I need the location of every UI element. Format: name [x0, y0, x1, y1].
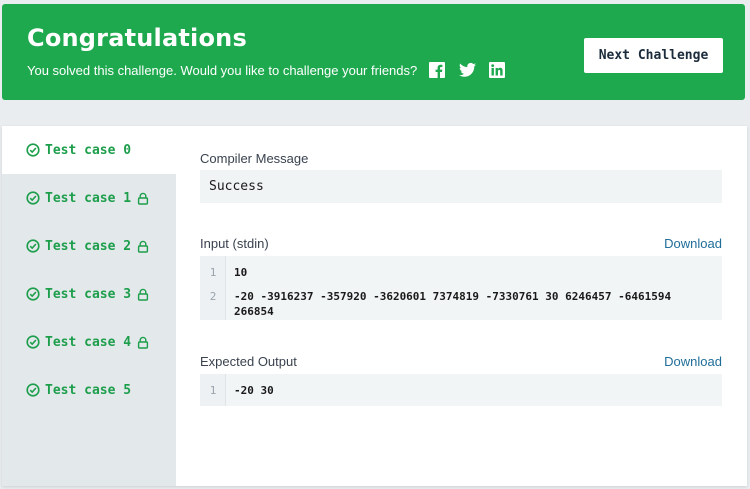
line-number: 1: [209, 266, 217, 279]
banner-title: Congratulations: [27, 24, 247, 52]
test-case-tabs: Test case 0 Test case 1 Test case 2 Test…: [2, 126, 176, 486]
compiler-message-label: Compiler Message: [200, 151, 309, 166]
tab-test-case-4[interactable]: Test case 4: [2, 318, 176, 366]
line-number: 1: [209, 384, 217, 397]
tab-label: Test case 5: [45, 382, 132, 398]
check-circle-icon: [26, 335, 40, 349]
input-download-link[interactable]: Download: [664, 236, 722, 251]
input-line: 10: [234, 266, 248, 279]
check-circle-icon: [26, 191, 40, 205]
next-challenge-button[interactable]: Next Challenge: [584, 38, 723, 73]
tab-label: Test case 2: [45, 238, 132, 254]
tab-label: Test case 4: [45, 334, 132, 350]
expected-download-link[interactable]: Download: [664, 354, 722, 369]
success-banner: Congratulations You solved this challeng…: [2, 4, 745, 100]
check-circle-icon: [26, 239, 40, 253]
tab-test-case-5[interactable]: Test case 5: [2, 366, 176, 414]
facebook-icon[interactable]: [429, 62, 446, 78]
input-code-box: 1 10 2 -20 -3916237 -357920 -3620601 737…: [200, 256, 722, 320]
banner-subtitle: You solved this challenge. Would you lik…: [27, 62, 418, 78]
tab-label: Test case 1: [45, 190, 132, 206]
compiler-message-box: Success: [200, 170, 722, 203]
results-card: Test case 0 Test case 1 Test case 2 Test…: [2, 126, 747, 486]
lock-icon: [137, 192, 149, 205]
check-circle-icon: [26, 143, 40, 157]
expected-output-label: Expected Output: [200, 354, 297, 369]
expected-code-box: 1 -20 30: [200, 374, 722, 406]
line-number: 2: [209, 290, 217, 303]
lock-icon: [137, 240, 149, 253]
tab-test-case-3[interactable]: Test case 3: [2, 270, 176, 318]
twitter-icon[interactable]: [459, 62, 477, 78]
tab-label: Test case 3: [45, 286, 132, 302]
tab-label: Test case 0: [45, 142, 132, 158]
check-circle-icon: [26, 287, 40, 301]
input-label: Input (stdin): [200, 236, 269, 251]
banner-subtitle-row: You solved this challenge. Would you lik…: [27, 62, 519, 78]
tab-test-case-0[interactable]: Test case 0: [2, 126, 176, 174]
tab-test-case-1[interactable]: Test case 1: [2, 174, 176, 222]
test-case-content: Compiler Message Success Input (stdin) D…: [200, 126, 722, 486]
linkedin-icon[interactable]: [489, 62, 506, 78]
tab-test-case-2[interactable]: Test case 2: [2, 222, 176, 270]
expected-line: -20 30: [234, 384, 274, 397]
lock-icon: [137, 288, 149, 301]
compiler-message-text: Success: [209, 179, 264, 194]
check-circle-icon: [26, 383, 40, 397]
lock-icon: [137, 336, 149, 349]
input-line: -20 -3916237 -357920 -3620601 7374819 -7…: [234, 290, 678, 318]
